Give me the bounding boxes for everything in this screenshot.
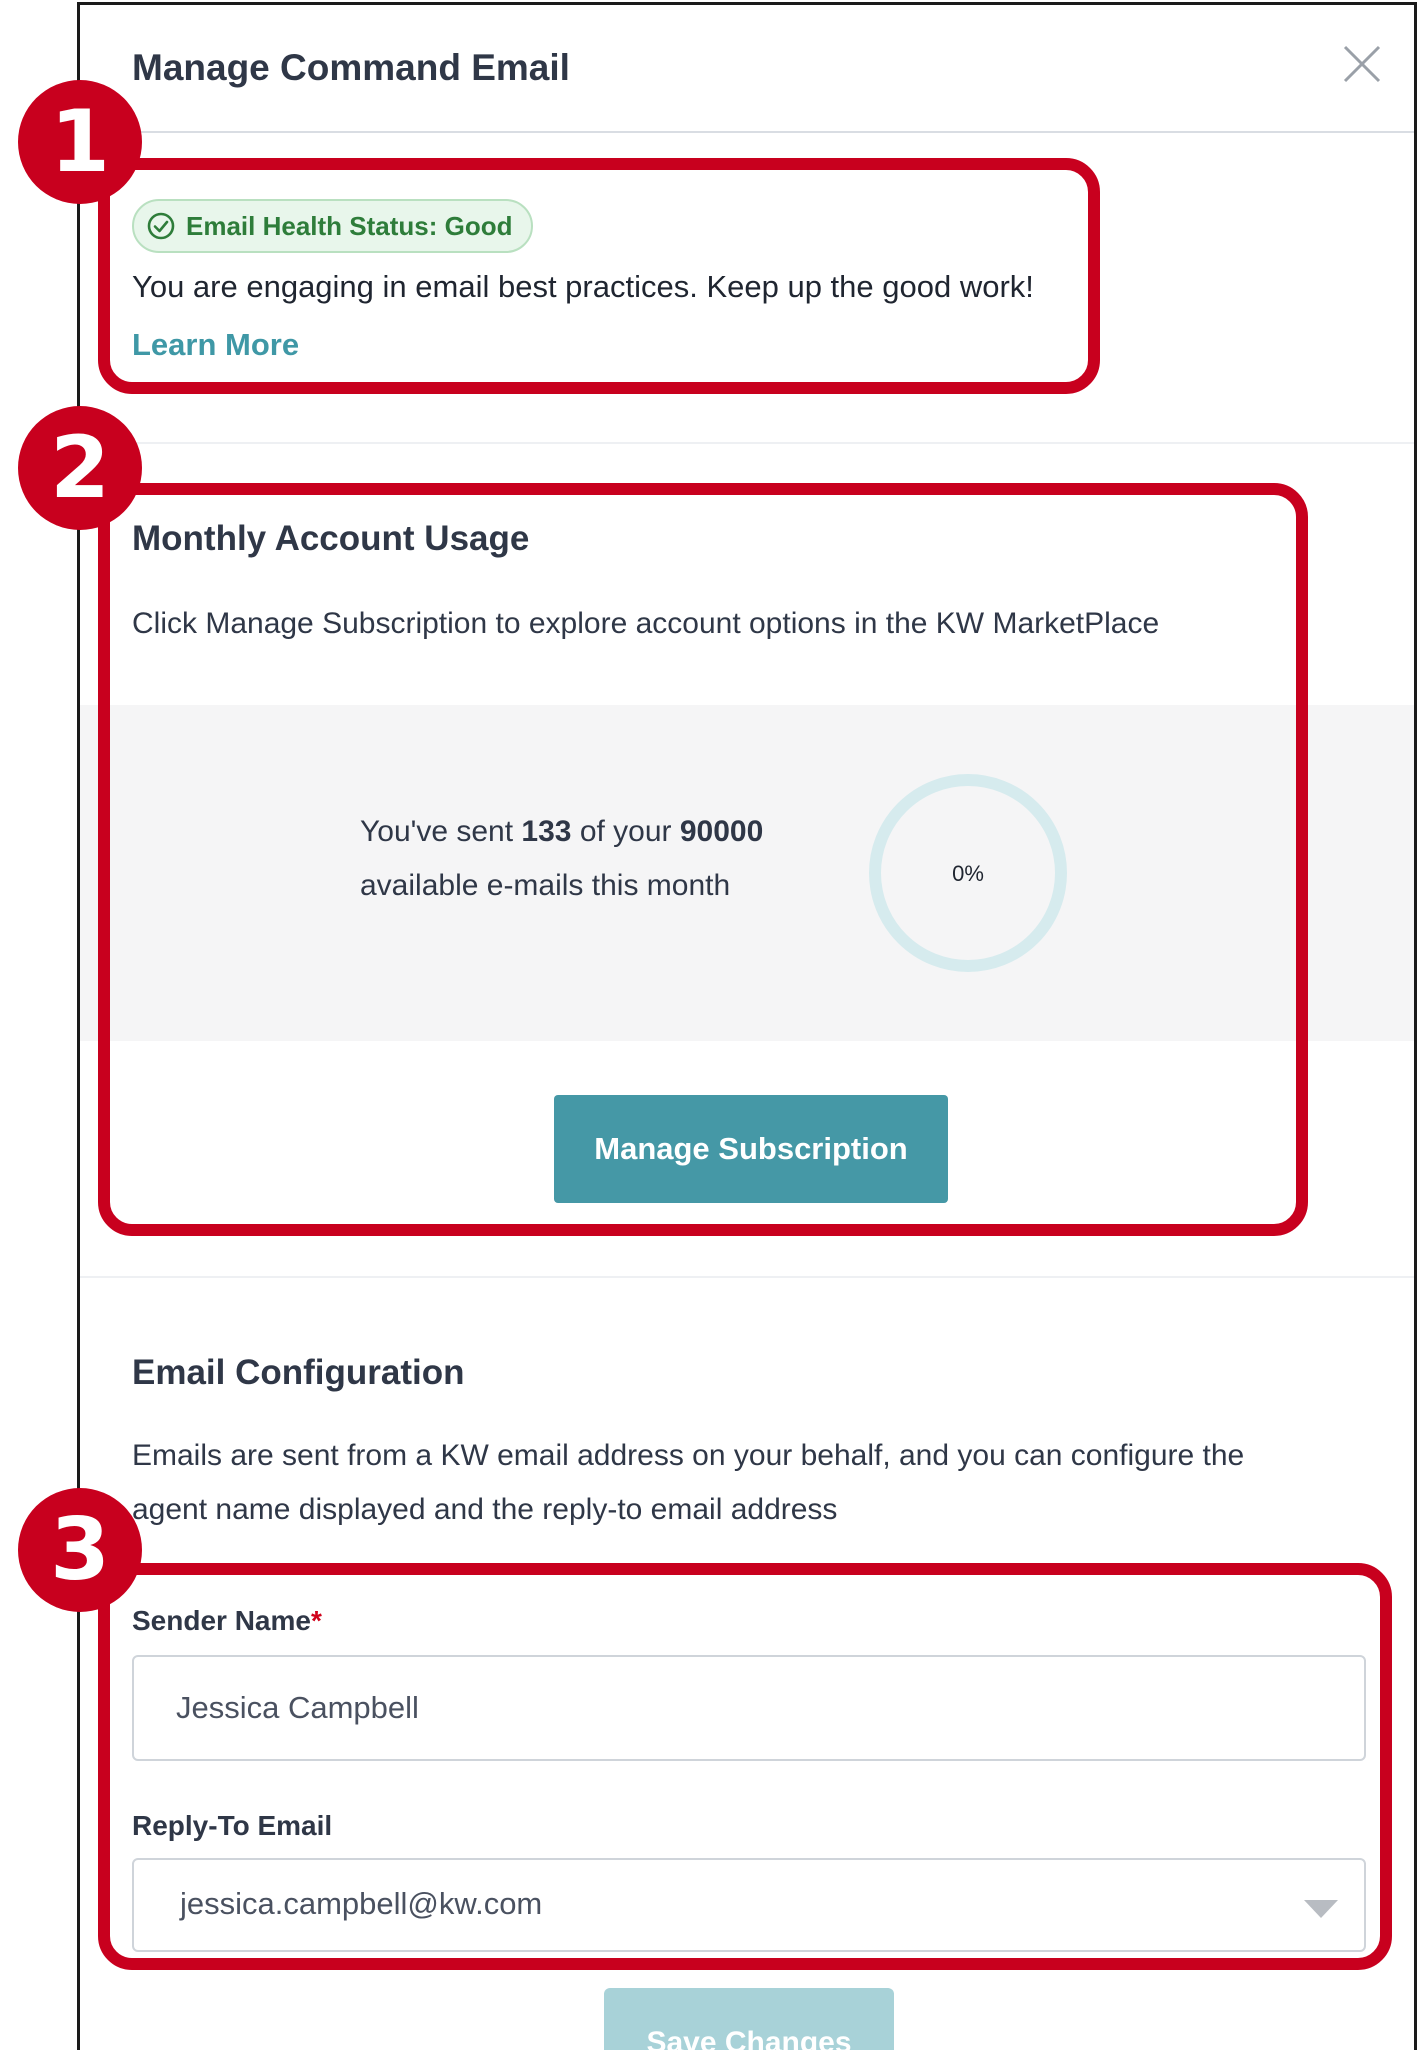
section-divider xyxy=(80,442,1414,444)
manage-subscription-button[interactable]: Manage Subscription xyxy=(554,1095,948,1203)
sent-prefix: You've sent xyxy=(360,815,522,848)
manage-command-email-modal: Manage Command Email Email Health Status… xyxy=(77,2,1417,2050)
sent-suffix: available e-mails this month xyxy=(360,869,731,902)
reply-to-email-select[interactable]: jessica.campbell@kw.com xyxy=(132,1858,1366,1952)
section-divider xyxy=(80,1276,1414,1278)
close-button[interactable] xyxy=(1335,37,1389,91)
config-description: Emails are sent from a KW email address … xyxy=(132,1429,1244,1537)
learn-more-link[interactable]: Learn More xyxy=(132,327,299,363)
sender-name-input[interactable] xyxy=(132,1655,1366,1761)
config-title: Email Configuration xyxy=(132,1353,465,1392)
save-changes-button[interactable]: Save Changes xyxy=(604,1988,894,2050)
modal-title: Manage Command Email xyxy=(132,47,570,88)
reply-to-email-label: Reply-To Email xyxy=(132,1810,333,1841)
sent-middle: of your xyxy=(571,815,680,848)
config-description-line: Emails are sent from a KW email address … xyxy=(132,1439,1245,1472)
sent-count: 133 xyxy=(521,815,572,848)
reply-to-email-value: jessica.campbell@kw.com xyxy=(180,1886,543,1921)
check-circle-icon xyxy=(147,212,175,240)
email-health-status-badge: Email Health Status: Good xyxy=(132,199,533,253)
header-divider xyxy=(80,131,1414,133)
sender-name-label: Sender Name* xyxy=(132,1605,322,1637)
usage-description: Click Manage Subscription to explore acc… xyxy=(132,607,1160,640)
sender-name-label-text: Sender Name xyxy=(132,1605,311,1636)
config-description-line: agent name displayed and the reply-to em… xyxy=(132,1493,838,1526)
usage-panel: You've sent 133 of your 90000 available … xyxy=(80,705,1414,1041)
usage-donut-chart: 0% xyxy=(869,774,1067,972)
total-available: 90000 xyxy=(679,815,764,848)
required-marker: * xyxy=(310,1605,322,1636)
callout-badge-2: 2 xyxy=(18,406,142,530)
usage-percent-label: 0% xyxy=(952,861,984,886)
chevron-down-icon xyxy=(1304,1900,1338,1918)
callout-badge-1: 1 xyxy=(18,80,142,204)
health-description: You are engaging in email best practices… xyxy=(132,269,1034,304)
usage-title: Monthly Account Usage xyxy=(132,519,530,558)
health-status-label: Email Health Status: Good xyxy=(186,210,513,241)
close-icon xyxy=(1343,45,1381,83)
callout-badge-3: 3 xyxy=(18,1488,142,1612)
usage-summary: You've sent 133 of your 90000 available … xyxy=(360,805,763,913)
